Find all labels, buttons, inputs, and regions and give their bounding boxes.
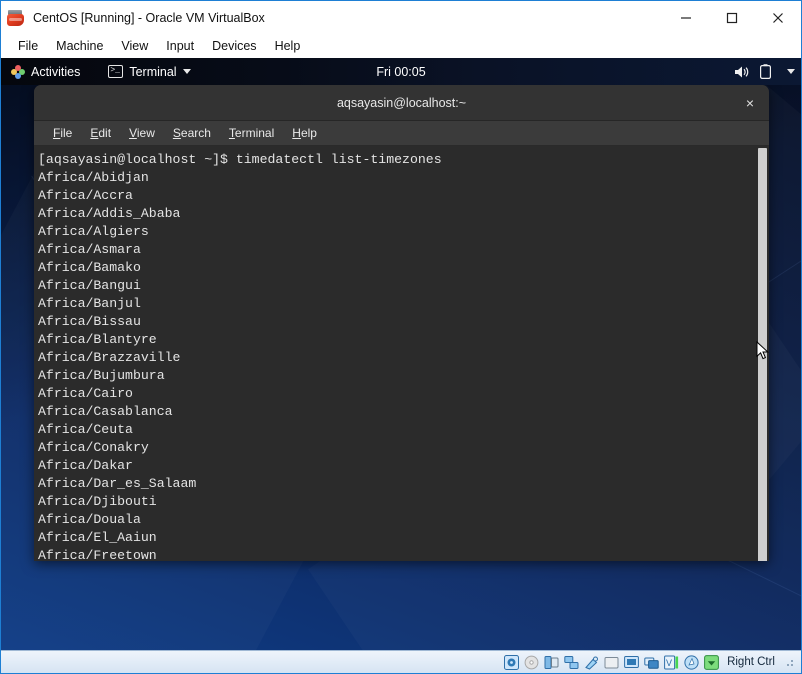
battery-icon[interactable] bbox=[760, 64, 771, 79]
terminal-app-icon bbox=[108, 64, 124, 78]
minimize-button[interactable] bbox=[663, 2, 709, 34]
virtualbox-titlebar: CentOS [Running] - Oracle VM VirtualBox bbox=[1, 1, 801, 34]
remote-desktop-icon[interactable] bbox=[643, 654, 659, 670]
scrollbar-thumb[interactable] bbox=[758, 148, 767, 561]
window-title: CentOS [Running] - Oracle VM VirtualBox bbox=[33, 10, 265, 25]
network-icon[interactable] bbox=[563, 654, 579, 670]
menu-file[interactable]: File bbox=[9, 37, 47, 55]
terminal-menu-file[interactable]: File bbox=[44, 124, 81, 142]
system-tray[interactable] bbox=[734, 64, 795, 79]
terminal-title: aqsayasin@localhost:~ bbox=[336, 95, 467, 110]
host-key-label: Right Ctrl bbox=[727, 656, 775, 668]
svg-text:V: V bbox=[666, 658, 672, 668]
close-icon[interactable]: × bbox=[741, 94, 759, 112]
close-button[interactable] bbox=[755, 2, 801, 34]
terminal-menu-view[interactable]: View bbox=[120, 124, 164, 142]
gnome-top-bar: Activities Terminal Fri 00:05 bbox=[1, 58, 801, 85]
virtualbox-statusbar: V Right Ctrl bbox=[1, 650, 801, 673]
maximize-button[interactable] bbox=[709, 2, 755, 34]
menu-input[interactable]: Input bbox=[157, 37, 203, 55]
menu-view[interactable]: View bbox=[112, 37, 157, 55]
host-key-icon[interactable] bbox=[703, 654, 719, 670]
terminal-body[interactable]: [aqsayasin@localhost ~]$ timedatectl lis… bbox=[34, 146, 769, 561]
resize-grip[interactable] bbox=[783, 656, 795, 668]
terminal-menu-edit[interactable]: Edit bbox=[81, 124, 120, 142]
terminal-scrollbar[interactable] bbox=[756, 146, 769, 561]
guest-screen: Activities Terminal Fri 00:05 bbox=[1, 58, 801, 650]
virtualbox-centos-icon bbox=[7, 9, 25, 27]
floppy-icon[interactable] bbox=[543, 654, 559, 670]
terminal-menu-help[interactable]: Help bbox=[283, 124, 326, 142]
video-capture-icon[interactable]: V bbox=[663, 654, 679, 670]
terminal-menu-terminal[interactable]: Terminal bbox=[220, 124, 283, 142]
terminal-menu-search[interactable]: Search bbox=[164, 124, 220, 142]
menu-machine[interactable]: Machine bbox=[47, 37, 112, 55]
shared-folder-icon[interactable] bbox=[603, 654, 619, 670]
chevron-down-icon[interactable] bbox=[787, 69, 795, 74]
window-controls bbox=[663, 1, 801, 34]
terminal-menubar: File Edit View Search Terminal Help bbox=[34, 121, 769, 146]
terminal-output: [aqsayasin@localhost ~]$ timedatectl lis… bbox=[38, 152, 442, 561]
usb-icon[interactable] bbox=[583, 654, 599, 670]
optical-disk-icon[interactable] bbox=[523, 654, 539, 670]
virtualbox-menubar: File Machine View Input Devices Help bbox=[1, 34, 801, 58]
activities-label: Activities bbox=[31, 64, 81, 79]
app-menu-label: Terminal bbox=[129, 64, 177, 79]
activities-icon bbox=[11, 64, 25, 79]
volume-icon[interactable] bbox=[734, 65, 750, 79]
menu-help[interactable]: Help bbox=[266, 37, 310, 55]
chevron-down-icon bbox=[182, 69, 191, 74]
virtualbox-window: CentOS [Running] - Oracle VM VirtualBox … bbox=[0, 0, 802, 674]
display-icon[interactable] bbox=[623, 654, 639, 670]
app-menu-terminal[interactable]: Terminal bbox=[102, 58, 196, 85]
hard-disk-icon[interactable] bbox=[503, 654, 519, 670]
terminal-window: aqsayasin@localhost:~ × File Edit View S… bbox=[34, 85, 769, 561]
terminal-titlebar[interactable]: aqsayasin@localhost:~ × bbox=[34, 85, 769, 121]
mouse-icon[interactable] bbox=[683, 654, 699, 670]
activities-button[interactable]: Activities bbox=[1, 58, 88, 85]
menu-devices[interactable]: Devices bbox=[203, 37, 265, 55]
